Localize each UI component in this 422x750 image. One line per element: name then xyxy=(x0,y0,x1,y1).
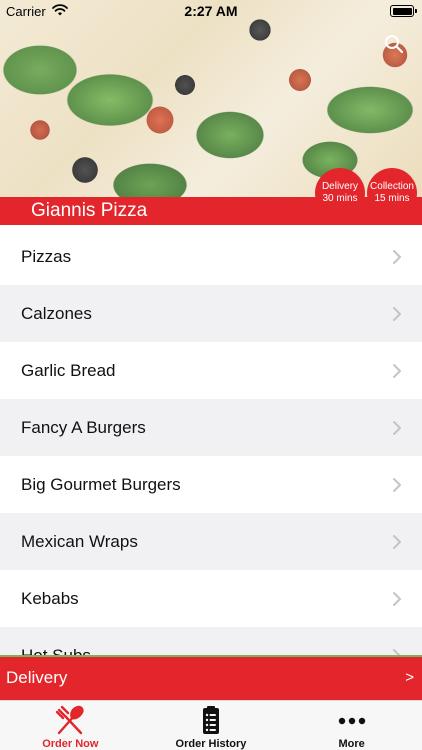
category-row-mexican-wraps[interactable]: Mexican Wraps xyxy=(0,513,422,570)
order-mode-arrow: > xyxy=(405,669,414,686)
store-name: Giannis Pizza xyxy=(31,200,148,221)
category-row-garlic-bread[interactable]: Garlic Bread xyxy=(0,342,422,399)
tab-order-now[interactable]: Order Now xyxy=(0,701,141,750)
category-label: Big Gourmet Burgers xyxy=(21,474,181,494)
status-time: 2:27 AM xyxy=(184,3,238,19)
fork-knife-icon xyxy=(56,705,84,735)
chevron-right-icon xyxy=(393,250,401,264)
collection-badge-label: Collection xyxy=(370,181,414,192)
category-label: Pizzas xyxy=(21,246,72,266)
chevron-right-icon xyxy=(393,364,401,378)
tab-label: Order Now xyxy=(42,738,99,750)
delivery-badge-label: Delivery xyxy=(321,181,359,192)
category-row-pizzas[interactable]: Pizzas xyxy=(0,228,422,285)
status-bar: Carrier 2:27 AM xyxy=(0,0,422,22)
chevron-right-icon xyxy=(393,478,401,492)
more-dots-icon xyxy=(338,717,365,725)
tab-label: Order History xyxy=(175,738,247,750)
category-row-kebabs[interactable]: Kebabs xyxy=(0,570,422,627)
category-label: Mexican Wraps xyxy=(21,531,138,551)
chevron-right-icon xyxy=(393,421,401,435)
category-row-calzones[interactable]: Calzones xyxy=(0,285,422,342)
chevron-right-icon xyxy=(393,535,401,549)
category-label: Garlic Bread xyxy=(21,360,116,380)
delivery-time-badge: Delivery 30 mins xyxy=(315,168,365,218)
category-label: Fancy A Burgers xyxy=(21,417,146,437)
category-label: Kebabs xyxy=(21,588,79,608)
collection-time-badge: Collection 15 mins xyxy=(367,168,417,218)
category-row-hot-subs[interactable]: Hot Subs xyxy=(0,627,422,656)
tab-bar: Order Now Order History More xyxy=(0,700,422,750)
category-row-big-gourmet-burgers[interactable]: Big Gourmet Burgers xyxy=(0,456,422,513)
tab-label: More xyxy=(338,738,365,750)
collection-badge-time: 15 mins xyxy=(374,193,410,204)
delivery-badge-time: 30 mins xyxy=(322,193,358,204)
category-list: Pizzas Calzones Garlic Bread Fancy A Bur… xyxy=(0,228,422,656)
order-mode-bar[interactable]: Delivery > xyxy=(0,657,422,700)
category-label: Calzones xyxy=(21,303,92,323)
order-mode-label: Delivery xyxy=(6,668,68,687)
chevron-right-icon xyxy=(393,307,401,321)
chevron-right-icon xyxy=(393,592,401,606)
clipboard-list-icon xyxy=(202,706,219,734)
battery-icon xyxy=(390,5,417,17)
tab-order-history[interactable]: Order History xyxy=(141,701,282,750)
tab-more[interactable]: More xyxy=(281,701,422,750)
search-icon[interactable] xyxy=(384,34,404,54)
category-row-fancy-a-burgers[interactable]: Fancy A Burgers xyxy=(0,399,422,456)
